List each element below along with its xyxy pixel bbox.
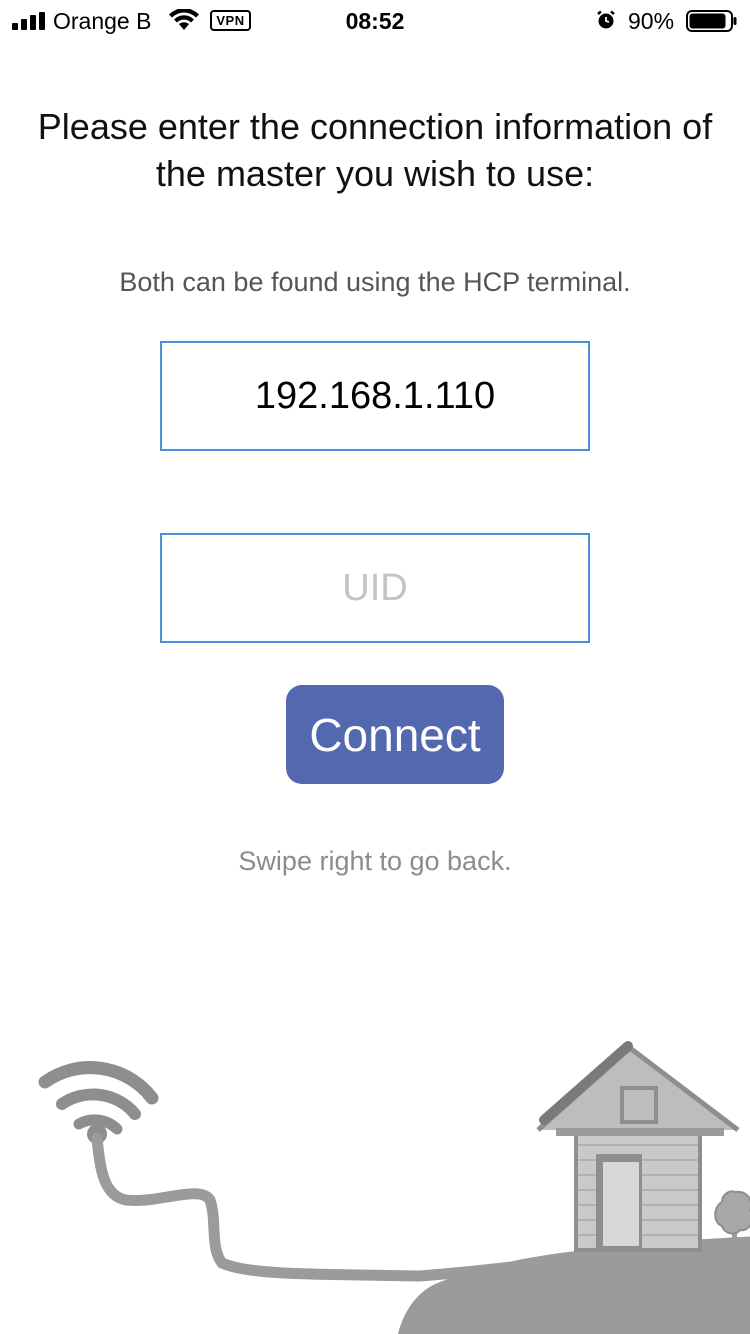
house-connection-illustration	[38, 1041, 750, 1334]
uid-field[interactable]	[160, 533, 590, 643]
page-subtitle: Both can be found using the HCP terminal…	[119, 267, 631, 297]
battery-percent: 90%	[628, 8, 675, 34]
alarm-icon	[597, 10, 615, 29]
ip-address-field[interactable]	[160, 341, 590, 451]
battery-icon	[686, 10, 737, 32]
wifi-signal-icon	[38, 1061, 159, 1135]
swipe-hint: Swipe right to go back.	[238, 846, 512, 876]
status-bar: Orange B VPN 08:52 90%	[0, 0, 750, 40]
house-icon	[536, 1041, 740, 1252]
page-title: Please enter the connection information …	[37, 106, 713, 194]
connect-button[interactable]: Connect	[286, 685, 504, 784]
